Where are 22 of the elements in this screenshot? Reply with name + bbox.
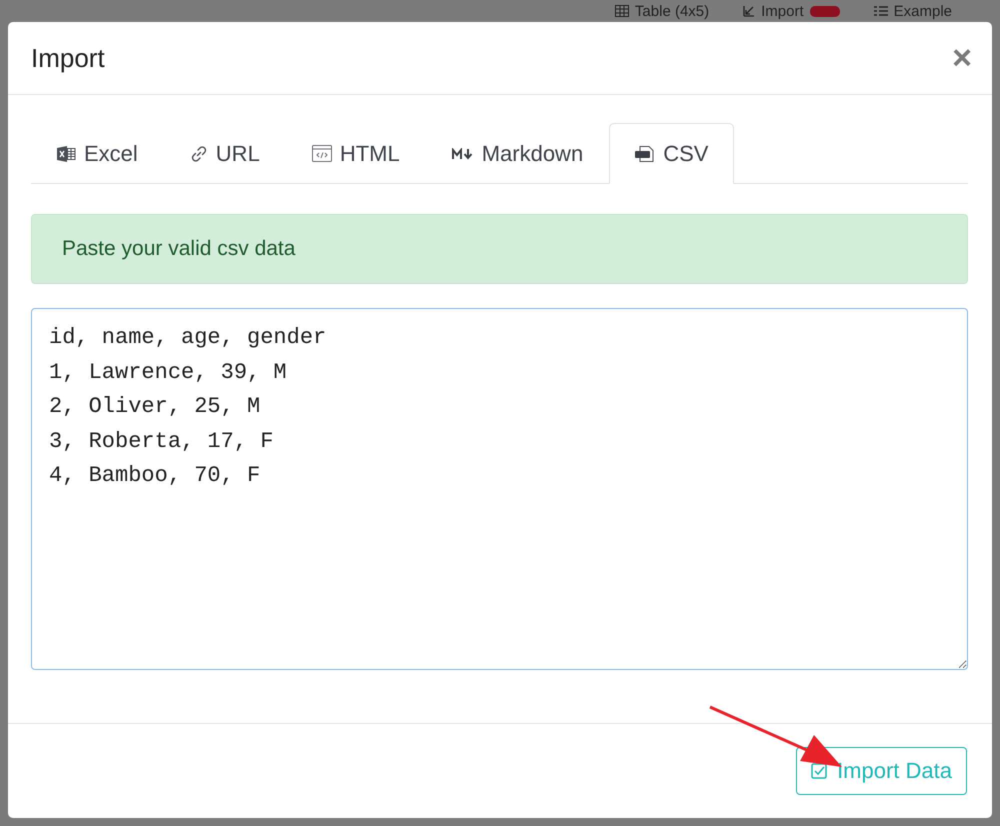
tab[interactable]: HTML	[286, 123, 426, 184]
link-icon	[190, 144, 208, 162]
toolbar-item[interactable]: Example	[894, 2, 952, 20]
spreadsheet-icon	[57, 146, 76, 162]
list-icon	[874, 5, 888, 17]
dialog-title: Import	[31, 42, 105, 74]
tab[interactable]: Excel	[31, 123, 164, 184]
tab[interactable]: Markdown	[426, 123, 610, 184]
table-icon	[614, 5, 629, 17]
csv-file-icon	[635, 146, 656, 162]
code-window-icon	[312, 145, 332, 162]
toolbar-item[interactable]: Table (4x5)	[634, 2, 710, 20]
toolbar-item[interactable]: Import	[761, 2, 804, 20]
csv-input-field[interactable]: id, name, age, gender 1, Lawrence, 39, M 2, Oliver, 25, M 3, Roberta, 17, F 4, Bamboo, 70, F	[31, 308, 968, 670]
checkbox-icon	[811, 763, 828, 779]
markdown-icon	[452, 148, 474, 160]
badge	[810, 6, 840, 16]
import-icon	[743, 5, 756, 17]
tab[interactable]: URL	[164, 123, 286, 184]
close-button[interactable]: ×	[946, 41, 978, 75]
tab[interactable]: CSV	[609, 123, 734, 184]
info-alert: Paste your valid csv data	[31, 214, 968, 284]
